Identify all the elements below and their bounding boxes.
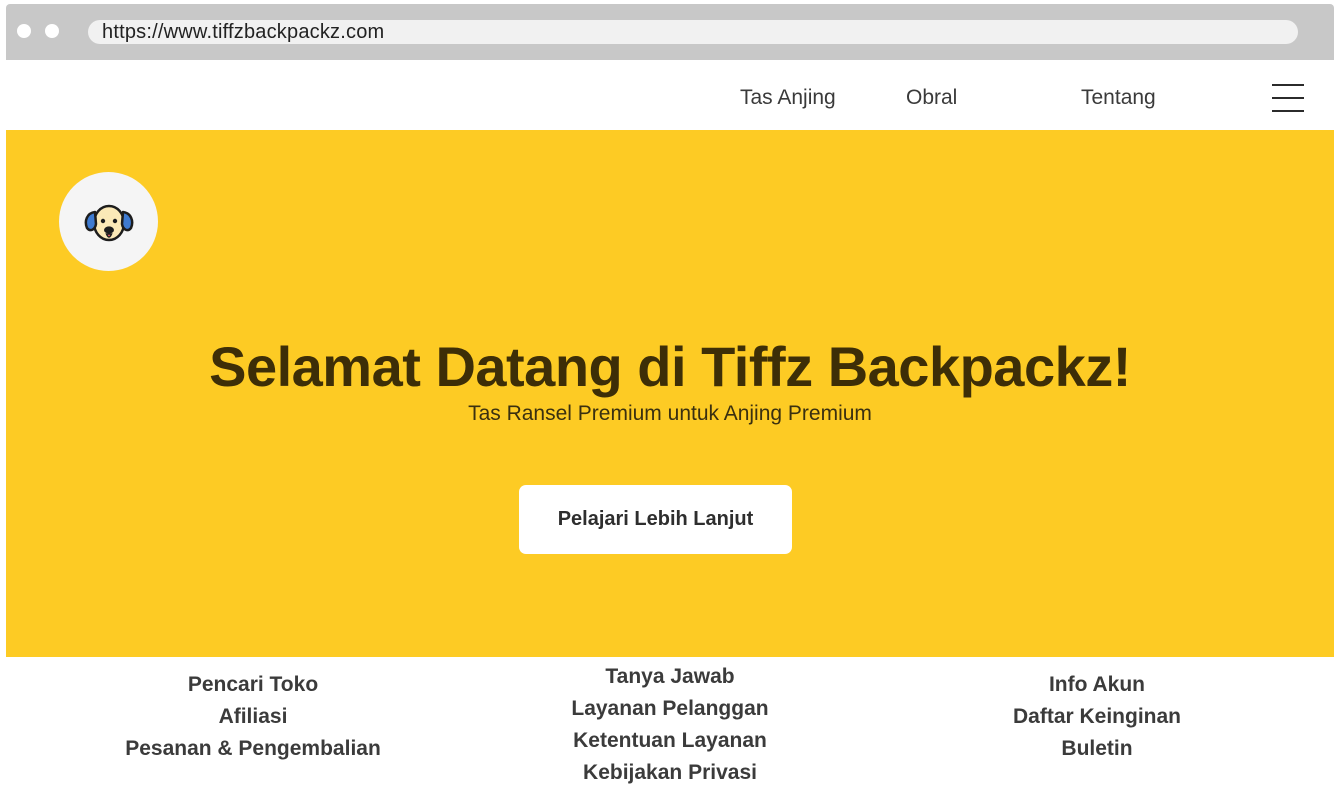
footer-column-3: Info Akun Daftar Keinginan Buletin [947, 669, 1247, 765]
logo[interactable] [59, 172, 158, 271]
footer-link-affiliates[interactable]: Afiliasi [103, 701, 403, 733]
footer-column-2: Tanya Jawab Layanan Pelanggan Ketentuan … [520, 661, 820, 789]
dog-face-icon [84, 204, 133, 241]
footer-column-1: Pencari Toko Afiliasi Pesanan & Pengemba… [103, 669, 403, 765]
footer-link-terms[interactable]: Ketentuan Layanan [520, 725, 820, 757]
hamburger-menu-icon[interactable] [1272, 84, 1304, 112]
footer-link-wishlist[interactable]: Daftar Keinginan [947, 701, 1247, 733]
browser-toolbar: https://www.tiffzbackpackz.com [6, 4, 1334, 60]
nav-link-tas-anjing[interactable]: Tas Anjing [740, 86, 836, 110]
nav-link-tentang[interactable]: Tentang [1081, 86, 1156, 110]
footer-links: Pencari Toko Afiliasi Pesanan & Pengemba… [6, 657, 1334, 800]
hero-banner: Selamat Datang di Tiffz Backpackz! Tas R… [6, 130, 1334, 657]
footer-link-store-locator[interactable]: Pencari Toko [103, 669, 403, 701]
nav-link-obral[interactable]: Obral [906, 86, 957, 110]
footer-link-newsletter[interactable]: Buletin [947, 733, 1247, 765]
hero-subtitle: Tas Ransel Premium untuk Anjing Premium [468, 402, 872, 425]
hero-title: Selamat Datang di Tiffz Backpackz! [209, 335, 1131, 398]
footer-link-privacy[interactable]: Kebijakan Privasi [520, 757, 820, 789]
footer-link-customer-service[interactable]: Layanan Pelanggan [520, 693, 820, 725]
learn-more-button[interactable]: Pelajari Lebih Lanjut [519, 485, 792, 554]
window-dot-2[interactable] [45, 24, 59, 38]
footer-link-faq[interactable]: Tanya Jawab [520, 661, 820, 693]
address-bar[interactable]: https://www.tiffzbackpackz.com [88, 20, 1298, 44]
top-navigation: Tas Anjing Obral Tentang [6, 60, 1334, 130]
footer-link-account-info[interactable]: Info Akun [947, 669, 1247, 701]
window-dot-1[interactable] [17, 24, 31, 38]
footer-link-orders-returns[interactable]: Pesanan & Pengembalian [103, 733, 403, 765]
